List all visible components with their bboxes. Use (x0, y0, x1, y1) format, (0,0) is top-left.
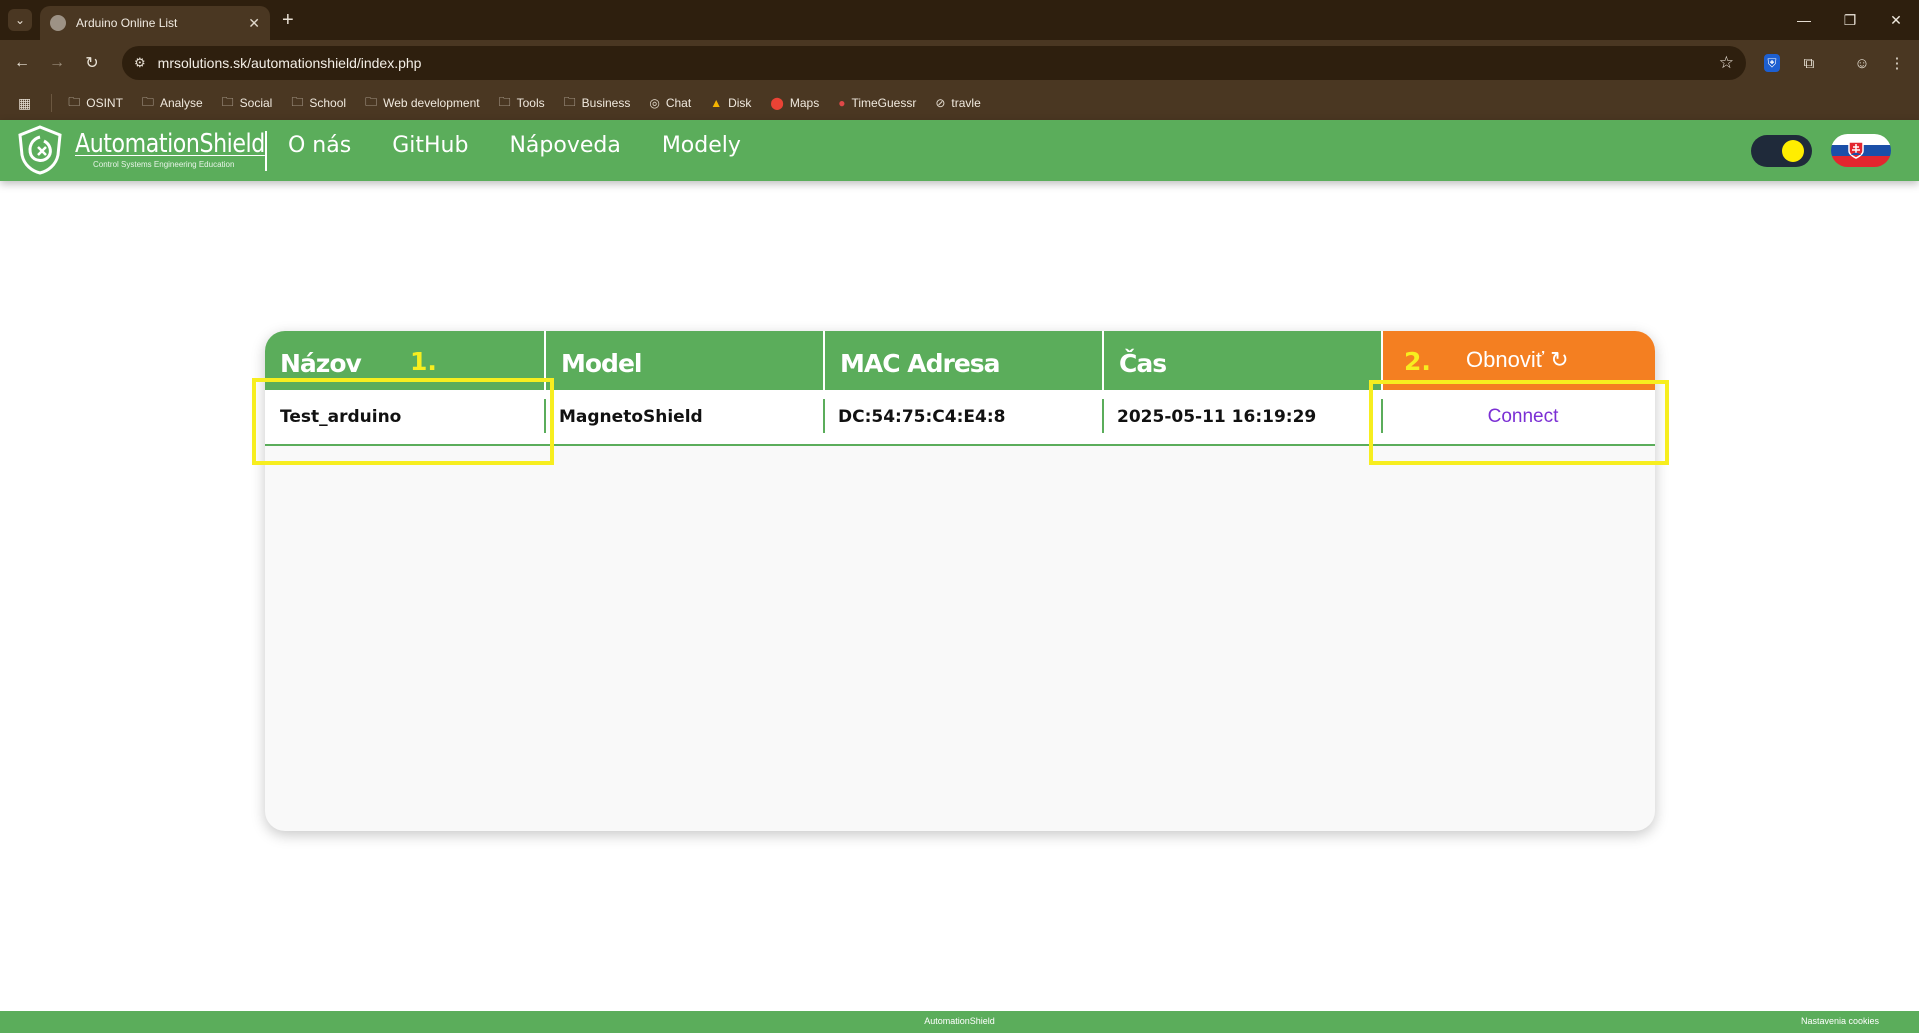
shield-logo-icon[interactable] (16, 125, 64, 175)
theme-toggle[interactable] (1751, 135, 1812, 167)
annotation-box-1 (252, 378, 554, 465)
browser-tab-bar: ⌄ Arduino Online List ✕ + — ❐ ✕ (0, 0, 1919, 40)
nav-about[interactable]: O nás (288, 133, 351, 158)
chat-logo-icon: ◎ (649, 96, 660, 110)
language-flag-sk-icon[interactable] (1831, 134, 1891, 167)
folder-icon: 🗀 (68, 94, 81, 109)
bookmark-timeguessr[interactable]: ● TimeGuessr (838, 96, 916, 110)
site-info-icon[interactable]: ⚙ (134, 55, 146, 71)
drive-icon: ▲ (710, 96, 723, 110)
bookmark-disk[interactable]: ▲ Disk (710, 96, 751, 110)
tab-title: Arduino Online List (76, 16, 178, 30)
bookmark-travle[interactable]: ⊘ travle (935, 96, 980, 110)
cell-mac: DC:54:75:C4:E4:8 (823, 390, 1102, 444)
annotation-label-1: 1. (410, 347, 437, 376)
bookmarks-bar: ▦ 🗀 OSINT 🗀 Analyse 🗀 Social 🗀 School 🗀 Web d… (0, 86, 1919, 120)
globe-icon: ● (838, 96, 846, 110)
extensions-puzzle-icon[interactable]: ⧉ (1798, 52, 1820, 74)
tab-search-button[interactable]: ⌄ (8, 9, 32, 31)
bookmark-maps[interactable]: ⬤ Maps (770, 96, 819, 110)
logo-name: AutomationShield (75, 129, 265, 159)
folder-icon: 🗀 (563, 94, 576, 109)
bookmarks-divider (51, 94, 53, 112)
restore-button[interactable]: ❐ (1827, 0, 1873, 40)
close-tab-icon[interactable]: ✕ (248, 15, 260, 32)
close-window-button[interactable]: ✕ (1873, 0, 1919, 40)
header-model: Model (544, 331, 823, 390)
cell-time: 2025-05-11 16:19:29 (1102, 390, 1381, 444)
site-footer: AutomationShield Nastavenia cookies (0, 1011, 1919, 1033)
annotation-box-2 (1369, 380, 1669, 465)
main-nav: O nás GitHub Nápoveda Modely (288, 133, 782, 158)
folder-icon: 🗀 (365, 94, 378, 109)
browser-toolbar: ← → ↻ ⚙ mrsolutions.sk/automationshield/… (0, 40, 1919, 86)
cell-model: MagnetoShield (544, 390, 823, 444)
folder-icon: 🗀 (141, 94, 154, 109)
bookmark-social[interactable]: 🗀 Social (222, 93, 273, 114)
url-text: mrsolutions.sk/automationshield/index.ph… (157, 55, 422, 71)
header-time: Čas (1102, 331, 1381, 390)
bookmark-star-icon[interactable]: ☆ (1719, 53, 1734, 73)
new-tab-button[interactable]: + (282, 8, 294, 32)
bookmark-business[interactable]: 🗀 Business (564, 93, 631, 114)
profile-avatar-icon[interactable]: ☺ (1851, 52, 1873, 74)
bookmark-chat[interactable]: ◎ Chat (649, 96, 691, 110)
nav-github[interactable]: GitHub (392, 133, 468, 158)
map-pin-icon: ⬤ (770, 96, 784, 110)
bookmark-analyse[interactable]: 🗀 Analyse (142, 93, 203, 114)
bookmark-osint[interactable]: 🗀 OSINT (68, 93, 123, 114)
compass-icon: ⊘ (935, 96, 946, 110)
bookmark-tools[interactable]: 🗀 Tools (499, 93, 545, 114)
header-mac: MAC Adresa (823, 331, 1102, 390)
bookmark-school[interactable]: 🗀 School (291, 93, 346, 114)
folder-icon: 🗀 (498, 94, 511, 109)
bitwarden-shield-icon[interactable]: ⛨ (1764, 54, 1780, 72)
apps-grid-icon[interactable]: ▦ (18, 95, 31, 112)
address-bar[interactable]: ⚙ mrsolutions.sk/automationshield/index.… (122, 46, 1746, 80)
globe-icon (50, 15, 66, 31)
header-divider (265, 131, 267, 171)
bookmark-web-development[interactable]: 🗀 Web development (365, 93, 480, 114)
logo-tagline: Control Systems Engineering Education (93, 160, 235, 169)
window-controls: — ❐ ✕ (1781, 0, 1919, 40)
folder-icon: 🗀 (221, 94, 234, 109)
menu-kebab-icon[interactable]: ⋮ (1886, 52, 1908, 74)
nav-models[interactable]: Modely (662, 133, 741, 158)
sun-icon (1782, 140, 1804, 162)
back-button[interactable]: ← (10, 51, 34, 75)
site-header: AutomationShield Control Systems Enginee… (0, 120, 1919, 181)
folder-icon: 🗀 (291, 94, 304, 109)
nav-help[interactable]: Nápoveda (509, 133, 620, 158)
footer-brand: AutomationShield (924, 1016, 995, 1026)
minimize-button[interactable]: — (1781, 0, 1827, 40)
browser-tab[interactable]: Arduino Online List ✕ (40, 6, 270, 40)
cookie-settings-link[interactable]: Nastavenia cookies (1801, 1016, 1879, 1026)
annotation-label-2: 2. (1404, 347, 1431, 376)
forward-button[interactable]: → (45, 51, 69, 75)
reload-button[interactable]: ↻ (80, 51, 104, 75)
